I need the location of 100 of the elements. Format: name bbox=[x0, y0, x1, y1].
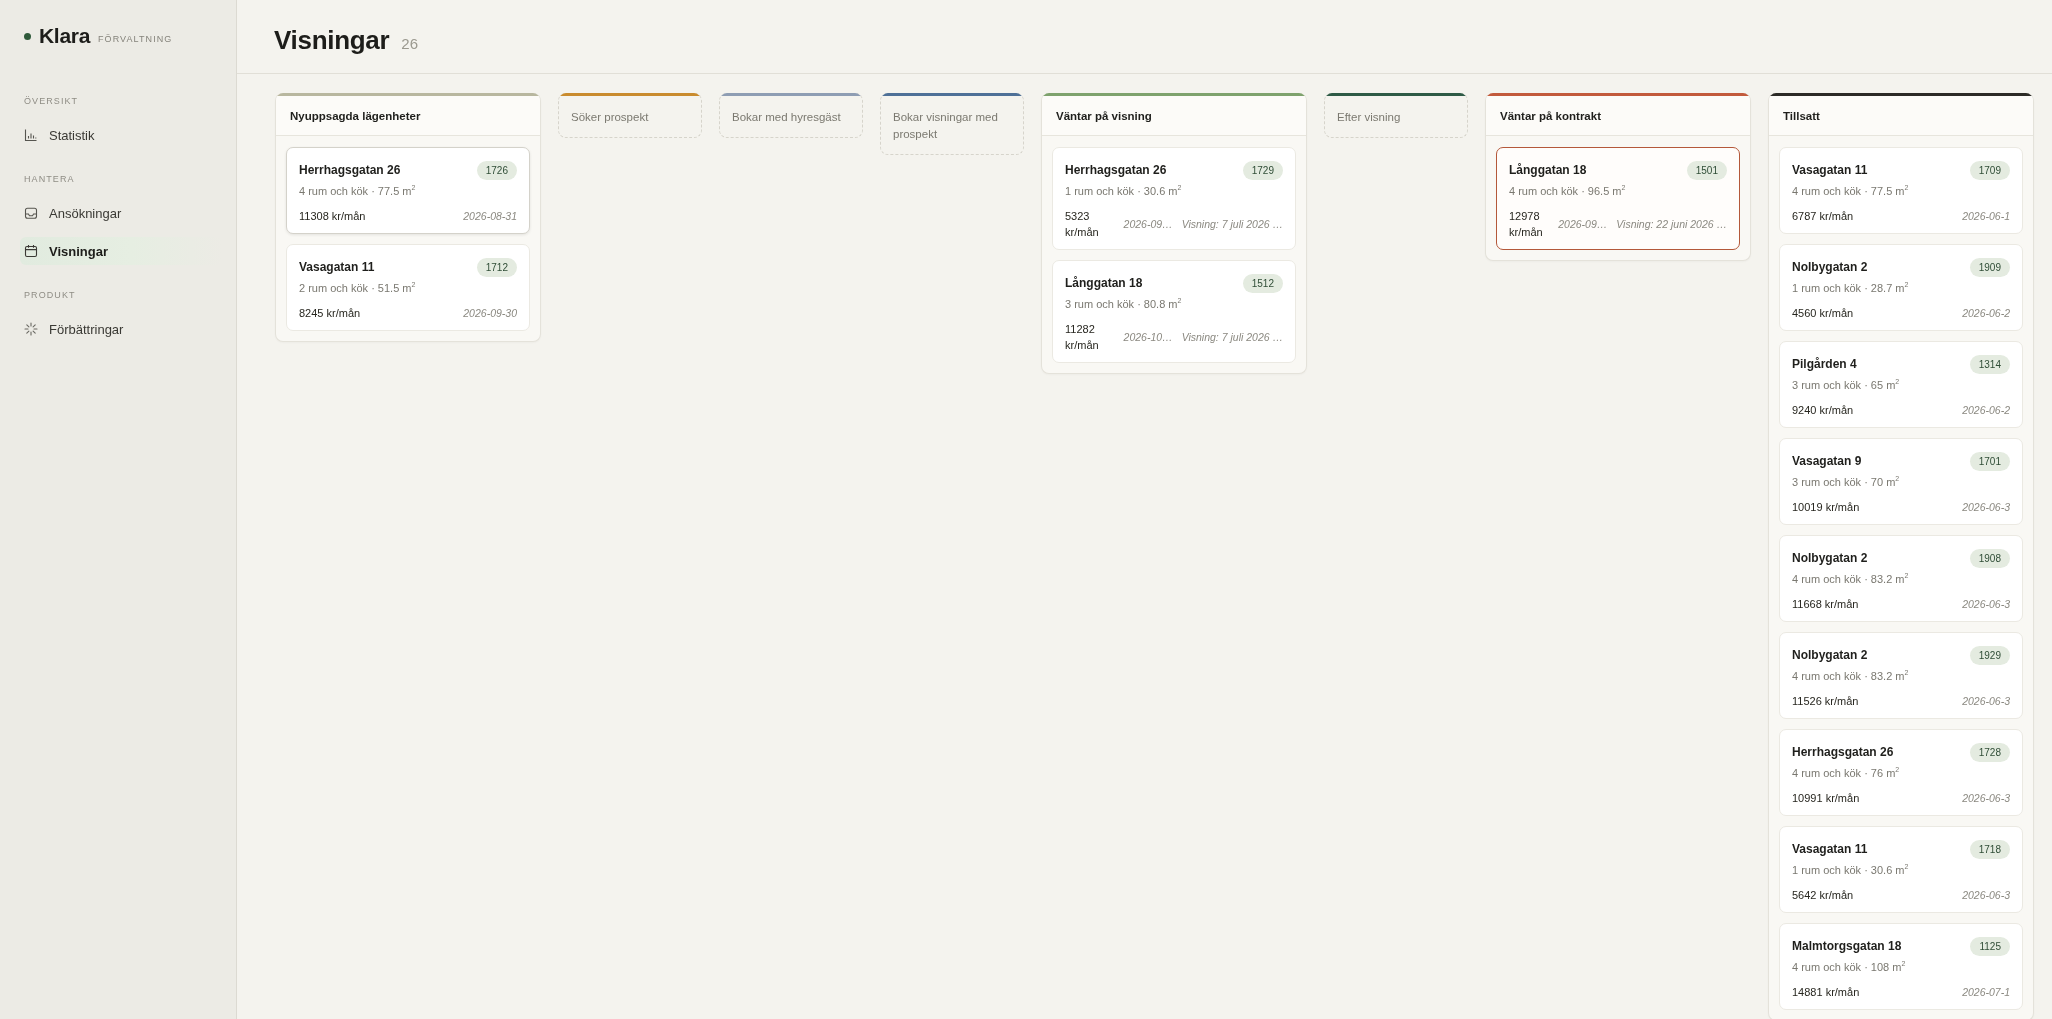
card-specs: 3 rum och kök · 70 m$^{2}$ bbox=[1792, 474, 1900, 490]
card-address: Nolbygatan 2 bbox=[1792, 260, 1868, 274]
listing-number-badge: 1501 bbox=[1686, 160, 1727, 180]
column-title: Väntar på kontrakt bbox=[1500, 109, 1601, 122]
listing-number-badge: 1728 bbox=[1969, 742, 2010, 762]
card-date: 2026-09… bbox=[1123, 217, 1173, 232]
listing-card[interactable]: Långgatan 18 1501 4 rum och kök · 96.5 m$^{2}$ 12978 kr/mån 2026-09… Visning: 22 juni 2026 … bbox=[1496, 147, 1740, 250]
card-rent: 9240 kr/mån bbox=[1792, 403, 1855, 418]
listing-number-badge: 1908 bbox=[1969, 548, 2010, 568]
card-address: Vasagatan 11 bbox=[1792, 842, 1868, 856]
card-specs: 3 rum och kök · 65 m$^{2}$ bbox=[1792, 377, 1900, 393]
card-rent: 11526 kr/mån bbox=[1792, 694, 1860, 709]
card-date: 2026-10… bbox=[1123, 330, 1173, 345]
calendar-icon bbox=[24, 244, 38, 258]
nav-section-label: HANTERA bbox=[24, 173, 75, 186]
card-date: 2026-09-30 bbox=[463, 306, 517, 321]
card-address: Vasagatan 11 bbox=[1792, 163, 1868, 177]
card-specs: 4 rum och kök · 77.5 m$^{2}$ bbox=[299, 183, 416, 199]
listing-card[interactable]: Herrhagsgatan 26 1729 1 rum och kök · 30.6 m$^{2}$ 5323 kr/mån 2026-09… Visning: 7 juli 2026 … bbox=[1052, 147, 1296, 250]
card-specs: 1 rum och kök · 30.6 m$^{2}$ bbox=[1792, 862, 1909, 878]
column-title: Tillsatt bbox=[1783, 109, 1820, 122]
card-specs: 1 rum och kök · 30.6 m$^{2}$ bbox=[1065, 183, 1182, 199]
card-address: Långgatan 18 bbox=[1065, 276, 1143, 290]
listing-card[interactable]: Herrhagsgatan 26 1728 4 rum och kök · 76 m$^{2}$ 10991 kr/mån 2026-06-3 bbox=[1779, 729, 2023, 816]
listing-number-badge: 1314 bbox=[1969, 354, 2010, 374]
listing-card[interactable]: Vasagatan 11 1712 2 rum och kök · 51.5 m$^{2}$ 8245 kr/mån 2026-09-30 bbox=[286, 244, 530, 331]
viewing-date: Visning: 22 juni 2026 … bbox=[1616, 217, 1727, 232]
card-specs: 2 rum och kök · 51.5 m$^{2}$ bbox=[299, 280, 416, 296]
listing-number-badge: 1701 bbox=[1969, 451, 2010, 471]
nav-item[interactable]: Förbättringar bbox=[20, 315, 222, 343]
nav-section-label: ÖVERSIKT bbox=[24, 95, 79, 108]
bar-chart-icon bbox=[24, 128, 38, 142]
column-title: Väntar på visning bbox=[1056, 109, 1152, 122]
listing-number-badge: 1712 bbox=[476, 257, 517, 277]
column-title: Nyuppsagda lägenheter bbox=[290, 109, 421, 122]
card-address: Herrhagsgatan 26 bbox=[299, 163, 401, 177]
listing-number-badge: 1125 bbox=[1970, 936, 2010, 956]
card-date: 2026-08-31 bbox=[463, 209, 517, 224]
card-rent: 14881 kr/mån bbox=[1792, 985, 1861, 1000]
column-title: Bokar med hyresgäst bbox=[732, 111, 841, 123]
card-address: Vasagatan 9 bbox=[1792, 454, 1862, 468]
card-specs: 4 rum och kök · 83.2 m$^{2}$ bbox=[1792, 571, 1909, 587]
listing-number-badge: 1929 bbox=[1969, 645, 2010, 665]
column-title: Efter visning bbox=[1337, 111, 1401, 123]
listing-card[interactable]: Vasagatan 11 1709 4 rum och kök · 77.5 m$^{2}$ 6787 kr/mån 2026-06-1 bbox=[1779, 147, 2023, 234]
card-date: 2026-06-1 bbox=[1962, 209, 2010, 224]
card-date: 2026-07-1 bbox=[1962, 985, 2010, 1000]
card-rent: 6787 kr/mån bbox=[1792, 209, 1855, 224]
card-specs: 4 rum och kök · 77.5 m$^{2}$ bbox=[1792, 183, 1909, 199]
nav-item[interactable]: Ansökningar bbox=[20, 199, 222, 227]
card-rent: 4560 kr/mån bbox=[1792, 306, 1855, 321]
card-address: Långgatan 18 bbox=[1509, 163, 1587, 177]
card-specs: 4 rum och kök · 76 m$^{2}$ bbox=[1792, 765, 1900, 781]
card-rent: 5323 kr/mån bbox=[1065, 209, 1100, 240]
listing-card[interactable]: Vasagatan 11 1718 1 rum och kök · 30.6 m$^{2}$ 5642 kr/mån 2026-06-3 bbox=[1779, 826, 2023, 913]
card-rent: 10019 kr/mån bbox=[1792, 500, 1861, 515]
card-address: Nolbygatan 2 bbox=[1792, 648, 1868, 662]
card-date: 2026-06-2 bbox=[1962, 306, 2010, 321]
listing-number-badge: 1512 bbox=[1242, 273, 1283, 293]
card-rent: 8245 kr/mån bbox=[299, 306, 362, 321]
card-address: Malmtorgsgatan 18 bbox=[1792, 939, 1902, 953]
card-date: 2026-06-3 bbox=[1962, 500, 2010, 515]
listing-number-badge: 1909 bbox=[1969, 257, 2010, 277]
listing-card[interactable]: Vasagatan 9 1701 3 rum och kök · 70 m$^{2}$ 10019 kr/mån 2026-06-3 bbox=[1779, 438, 2023, 525]
listing-number-badge: 1718 bbox=[1969, 839, 2010, 859]
listing-card[interactable]: Herrhagsgatan 26 1726 4 rum och kök · 77.5 m$^{2}$ 11308 kr/mån 2026-08-31 bbox=[286, 147, 530, 234]
listing-card[interactable]: Långgatan 18 1512 3 rum och kök · 80.8 m$^{2}$ 11282 kr/mån 2026-10… Visning: 7 juli 2026 … bbox=[1052, 260, 1296, 363]
listing-number-badge: 1726 bbox=[476, 160, 517, 180]
listing-card[interactable]: Nolbygatan 2 1908 4 rum och kök · 83.2 m$^{2}$ 11668 kr/mån 2026-06-3 bbox=[1779, 535, 2023, 622]
column-title: Söker prospekt bbox=[571, 111, 649, 123]
card-date: 2026-06-3 bbox=[1962, 888, 2010, 903]
brand-name: Klara bbox=[39, 24, 91, 48]
card-rent: 11668 kr/mån bbox=[1792, 597, 1860, 612]
card-rent: 10991 kr/mån bbox=[1792, 791, 1861, 806]
listing-card[interactable]: Nolbygatan 2 1909 1 rum och kök · 28.7 m$^{2}$ 4560 kr/mån 2026-06-2 bbox=[1779, 244, 2023, 331]
nav-section-label: PRODUKT bbox=[24, 289, 76, 302]
card-specs: 3 rum och kök · 80.8 m$^{2}$ bbox=[1065, 296, 1182, 312]
listing-card[interactable]: Nolbygatan 2 1929 4 rum och kök · 83.2 m$^{2}$ 11526 kr/mån 2026-06-3 bbox=[1779, 632, 2023, 719]
logo-dot-icon bbox=[24, 32, 31, 40]
column-title: Bokar visningar med prospekt bbox=[893, 111, 998, 140]
listing-card[interactable]: Malmtorgsgatan 18 1125 4 rum och kök · 108 m$^{2}$ 14881 kr/mån 2026-07-1 bbox=[1779, 923, 2023, 1010]
listing-number-badge: 1709 bbox=[1969, 160, 2010, 180]
card-address: Nolbygatan 2 bbox=[1792, 551, 1868, 565]
inbox-icon bbox=[24, 206, 38, 220]
viewing-date: Visning: 7 juli 2026 … bbox=[1181, 330, 1283, 345]
listing-number-badge: 1729 bbox=[1242, 160, 1283, 180]
card-date: 2026-06-3 bbox=[1962, 791, 2010, 806]
card-specs: 1 rum och kök · 28.7 m$^{2}$ bbox=[1792, 280, 1909, 296]
listing-card[interactable]: Pilgården 4 1314 3 rum och kök · 65 m$^{2}$ 9240 kr/mån 2026-06-2 bbox=[1779, 341, 2023, 428]
card-date: 2026-06-2 bbox=[1962, 403, 2010, 418]
item-count: 26 bbox=[401, 35, 418, 52]
card-specs: 4 rum och kök · 96.5 m$^{2}$ bbox=[1509, 183, 1626, 199]
card-date: 2026-06-3 bbox=[1962, 694, 2010, 709]
card-specs: 4 rum och kök · 83.2 m$^{2}$ bbox=[1792, 668, 1909, 684]
card-address: Pilgården 4 bbox=[1792, 357, 1857, 371]
card-rent: 11308 kr/mån bbox=[299, 209, 367, 224]
card-rent: 11282 kr/mån bbox=[1065, 322, 1100, 353]
nav-item[interactable]: Statistik bbox=[20, 121, 222, 149]
card-date: 2026-06-3 bbox=[1962, 597, 2010, 612]
card-rent: 5642 kr/mån bbox=[1792, 888, 1855, 903]
